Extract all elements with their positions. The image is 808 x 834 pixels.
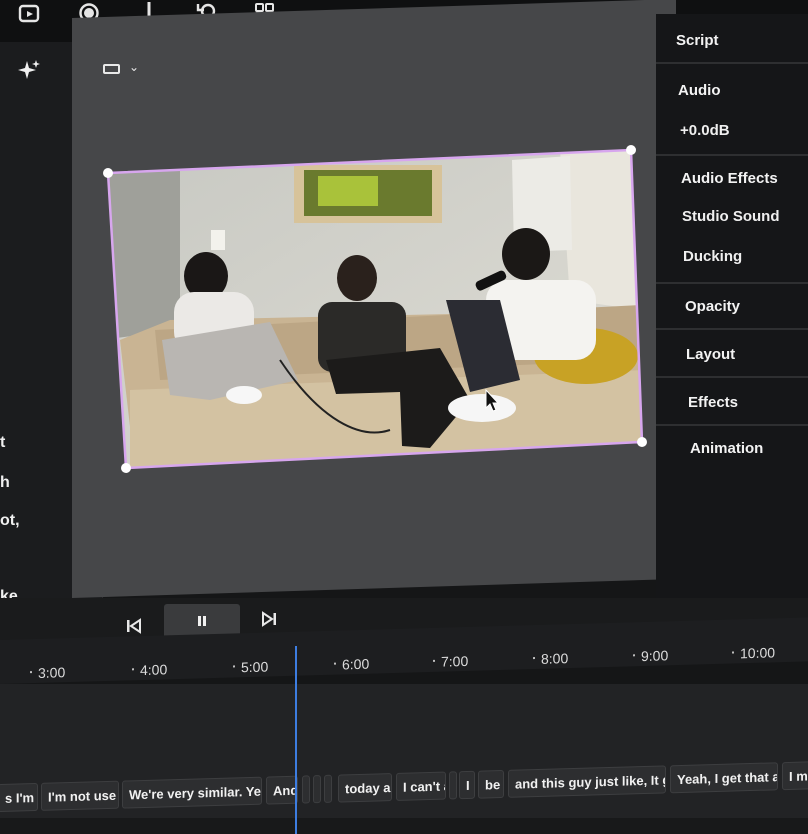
caption-clip[interactable]: I'm not use xyxy=(41,780,119,811)
audio-effects-section: Audio Effects Studio Sound Ducking xyxy=(656,154,808,282)
opacity-section[interactable]: Opacity xyxy=(656,282,808,328)
preview-canvas[interactable] xyxy=(72,0,676,598)
sparkle-icon[interactable] xyxy=(16,58,42,84)
script-text-line: t xyxy=(0,434,6,451)
skip-back-icon[interactable] xyxy=(126,618,142,634)
time-tick: 7:00 xyxy=(441,652,469,670)
playhead[interactable] xyxy=(295,646,297,834)
opacity-heading[interactable]: Opacity xyxy=(685,298,740,315)
studio-sound-option[interactable]: Studio Sound xyxy=(682,208,779,225)
caption-clip[interactable] xyxy=(324,774,332,803)
script-text-line: h xyxy=(0,474,10,491)
time-tick: 10:00 xyxy=(740,644,776,662)
script-text-line: ot, xyxy=(0,512,20,529)
properties-panel: Script Audio +0.0dB Audio Effects Studio… xyxy=(656,14,808,600)
pause-icon xyxy=(198,616,201,626)
layout-section[interactable]: Layout xyxy=(656,328,808,376)
caption-clip[interactable]: s I'm j xyxy=(0,782,38,813)
time-tick: 3:00 xyxy=(38,664,66,681)
time-tick: 6:00 xyxy=(342,655,370,673)
skip-forward-icon[interactable] xyxy=(261,611,277,627)
caption-clip[interactable] xyxy=(302,775,310,804)
audio-effects-heading[interactable]: Audio Effects xyxy=(681,170,778,187)
caption-clip[interactable]: I can't a xyxy=(396,771,446,801)
aspect-ratio-icon xyxy=(103,64,120,74)
caption-clip[interactable]: and this guy just like, It g xyxy=(508,765,666,798)
aspect-ratio-dropdown[interactable]: ⌄ xyxy=(103,60,143,78)
caption-clip[interactable]: today a xyxy=(338,773,392,803)
caption-clip[interactable]: be xyxy=(478,769,504,799)
effects-section[interactable]: Effects xyxy=(656,376,808,424)
animation-section[interactable]: Animation xyxy=(656,424,808,476)
audio-section: Audio +0.0dB xyxy=(656,62,808,154)
caption-clip[interactable]: I xyxy=(459,770,475,800)
caption-clip[interactable]: Yeah, I get that a xyxy=(670,762,778,794)
script-section[interactable]: Script xyxy=(656,14,808,62)
time-tick: 5:00 xyxy=(241,658,269,676)
time-tick: 8:00 xyxy=(541,650,569,667)
audio-heading[interactable]: Audio xyxy=(678,82,721,99)
caption-clip[interactable] xyxy=(449,771,457,800)
chevron-down-icon: ⌄ xyxy=(129,60,140,74)
script-tab[interactable]: Script xyxy=(676,32,719,49)
video-editor-window: t h ot, ke. ⌄ Script Audio +0.0dB Audio … xyxy=(0,0,808,834)
animation-heading[interactable]: Animation xyxy=(690,440,763,457)
audio-gain-value[interactable]: +0.0dB xyxy=(680,122,730,139)
effects-heading[interactable]: Effects xyxy=(688,394,738,411)
caption-clip[interactable]: And xyxy=(266,775,298,805)
caption-clip[interactable] xyxy=(313,775,321,804)
caption-clip[interactable]: We're very similar. Ye xyxy=(122,776,262,809)
time-tick: 4:00 xyxy=(140,661,168,679)
caption-clip[interactable]: I me xyxy=(782,761,808,791)
layout-heading[interactable]: Layout xyxy=(686,346,735,363)
audio-waveform-track[interactable] xyxy=(0,818,808,834)
time-tick: 9:00 xyxy=(641,647,669,665)
ducking-option[interactable]: Ducking xyxy=(683,248,742,265)
clip-icon[interactable] xyxy=(18,2,40,24)
